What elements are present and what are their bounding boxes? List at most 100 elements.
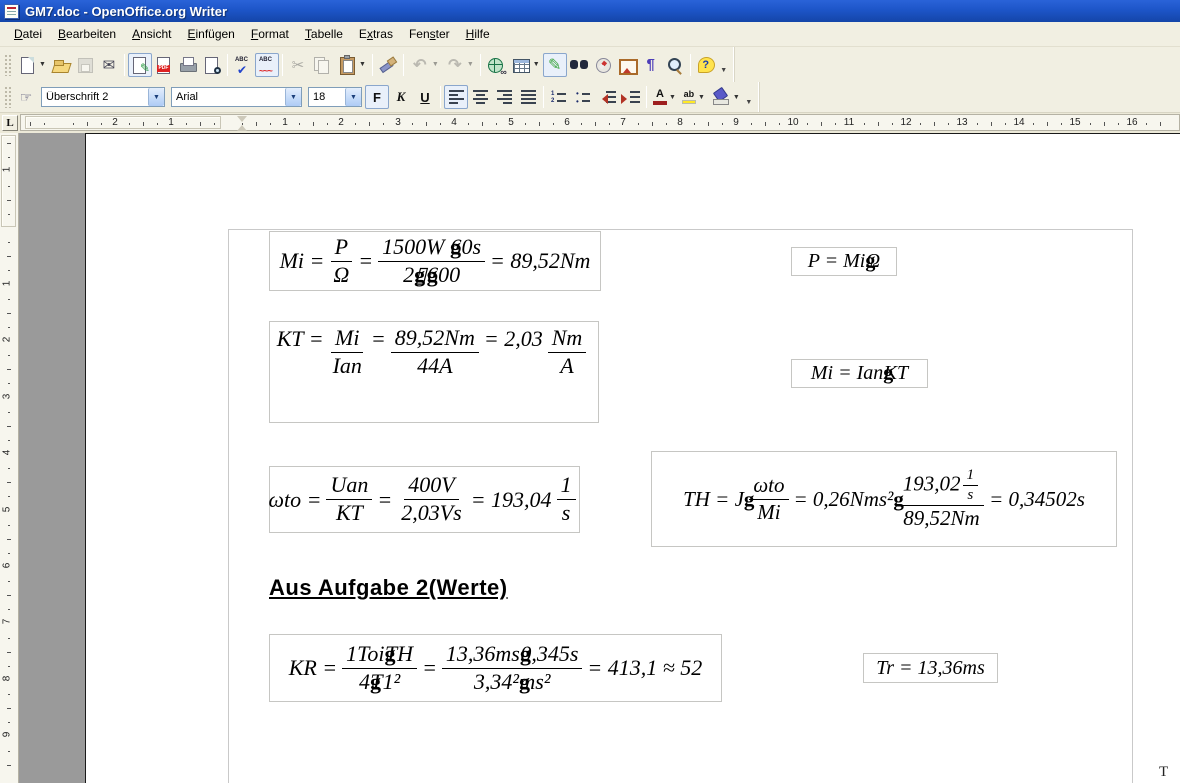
ruler-number: 11 xyxy=(844,117,854,128)
hyperlink-button[interactable] xyxy=(484,53,508,77)
paragraph-style-value: Überschrift 2 xyxy=(42,91,148,103)
align-justify-button[interactable] xyxy=(516,85,540,109)
chevron-down-icon: ▼ xyxy=(698,94,705,101)
menu-item-fenster[interactable]: Fenster xyxy=(401,24,458,44)
formula-frame-mi-ian[interactable]: Mi = IangKT xyxy=(791,359,928,388)
chevron-down-icon[interactable]: ▼ xyxy=(345,88,361,106)
toolbar-overflow-button[interactable]: ▼ xyxy=(718,53,730,77)
bullet-list-button[interactable] xyxy=(571,85,595,109)
formula-frame-tr[interactable]: Tr = 13,36ms xyxy=(863,653,998,683)
formula-frame-kt[interactable]: KT = MiIan = 89,52Nm44A = 2,03 NmA xyxy=(269,321,599,423)
new-document-button[interactable]: ▼ xyxy=(14,53,49,77)
toolbar-separator xyxy=(124,54,125,76)
background-color-button[interactable]: ▼ xyxy=(708,85,743,109)
underline-button[interactable]: U xyxy=(413,85,437,109)
ruler-number: 8 xyxy=(1,676,12,682)
paste-button[interactable]: ▼ xyxy=(334,53,369,77)
ruler-number: 5 xyxy=(1,507,12,513)
cut-button[interactable]: ✂ xyxy=(286,53,310,77)
section-heading[interactable]: Aus Aufgabe 2(Werte) xyxy=(269,575,508,601)
styles-window-button[interactable]: ☞ xyxy=(14,85,38,109)
fraction: PΩ xyxy=(329,235,353,287)
toolbar-separator xyxy=(690,54,691,76)
formula-frame-kr[interactable]: KR = 1ToigTH4gT1² = 13,36msg0,345s3,34²g… xyxy=(269,634,722,702)
toolbar-grip[interactable] xyxy=(4,54,11,76)
compass-icon xyxy=(593,55,613,75)
redo-button[interactable]: ↷▼ xyxy=(442,53,477,77)
menu-item-tabelle[interactable]: Tabelle xyxy=(297,24,351,44)
stray-text[interactable]: T xyxy=(1159,764,1168,781)
ruler-number: 2 xyxy=(1,337,12,343)
menu-item-extras[interactable]: Extras xyxy=(351,24,401,44)
fraction: UanKT xyxy=(326,473,372,525)
email-icon: ✉ xyxy=(99,55,119,75)
chevron-down-icon[interactable]: ▼ xyxy=(285,88,301,106)
font-size-select[interactable]: 18 ▼ xyxy=(308,87,362,107)
spellcheck-button[interactable]: ABC xyxy=(231,53,255,77)
increase-indent-button[interactable] xyxy=(619,85,643,109)
save-icon xyxy=(75,55,95,75)
formula-frame-p[interactable]: P = MigΩ xyxy=(791,247,897,276)
align-justify-icon xyxy=(521,90,536,104)
highlighting-button[interactable]: ab▼ xyxy=(679,85,708,109)
menu-item-ansicht[interactable]: Ansicht xyxy=(124,24,179,44)
menu-item-bearbeiten[interactable]: Bearbeiten xyxy=(50,24,124,44)
horizontal-ruler-scale[interactable]: 2112345678910111213141516 xyxy=(20,114,1180,131)
copy-button[interactable] xyxy=(310,53,334,77)
format-paintbrush-button[interactable] xyxy=(376,53,400,77)
font-color-button[interactable]: A▼ xyxy=(650,85,679,109)
title-bar[interactable]: GM7.doc - OpenOffice.org Writer xyxy=(0,0,1180,22)
undo-icon: ↶ xyxy=(410,55,430,75)
vertical-ruler[interactable]: 1123456789 xyxy=(0,133,19,783)
fraction: MiIan xyxy=(329,326,366,378)
open-button[interactable] xyxy=(49,53,73,77)
insert-table-button[interactable]: ▼ xyxy=(508,53,543,77)
zoom-button[interactable] xyxy=(663,53,687,77)
menu-item-datei[interactable]: Datei xyxy=(6,24,50,44)
help-button[interactable]: ? xyxy=(694,53,718,77)
print-button[interactable] xyxy=(176,53,200,77)
navigator-button[interactable] xyxy=(591,53,615,77)
chevron-down-icon: ▼ xyxy=(533,61,540,68)
toolbar-grip[interactable] xyxy=(4,86,11,108)
export-pdf-button[interactable]: PDF xyxy=(152,53,176,77)
standard-toolbar: ▼ ✉ ✎ PDF ABC ABC ✂ ▼ ↶▼ ↷▼ ▼ ✎ xyxy=(0,47,1180,82)
document-page[interactable]: Mi = PΩ = 1500W g60s2g▯g600 = 89,52Nm P … xyxy=(85,133,1180,783)
bold-button[interactable]: F xyxy=(365,85,389,109)
paragraph-style-select[interactable]: Überschrift 2 ▼ xyxy=(41,87,165,107)
toolbar-overflow-button[interactable]: ▼ xyxy=(743,85,755,109)
formula-frame-wto[interactable]: ωto = UanKT = 400V2,03Vs = 193,04 1s xyxy=(269,466,580,533)
ruler-number: 6 xyxy=(1,563,12,569)
undo-button[interactable]: ↶▼ xyxy=(407,53,442,77)
draw-functions-button[interactable]: ✎ xyxy=(543,53,567,77)
toolbar-separator xyxy=(227,54,228,76)
tab-stop-selector[interactable]: L xyxy=(2,115,18,131)
italic-button[interactable]: K xyxy=(389,85,413,109)
formula-frame-th[interactable]: TH = Jg ωtoMi = 0,26Nms²g 193,021s 89,52… xyxy=(651,451,1117,547)
paintbrush-icon xyxy=(378,55,398,75)
align-right-button[interactable] xyxy=(492,85,516,109)
writer-app-icon[interactable] xyxy=(4,4,19,19)
horizontal-ruler[interactable]: L 2112345678910111213141516 xyxy=(0,113,1180,133)
find-replace-button[interactable] xyxy=(567,53,591,77)
decrease-indent-button[interactable] xyxy=(595,85,619,109)
autospellcheck-button[interactable]: ABC xyxy=(255,53,279,77)
save-button[interactable] xyxy=(73,53,97,77)
gallery-icon xyxy=(617,55,637,75)
chevron-down-icon[interactable]: ▼ xyxy=(148,88,164,106)
font-name-select[interactable]: Arial ▼ xyxy=(171,87,302,107)
numbered-list-button[interactable] xyxy=(547,85,571,109)
edit-file-button[interactable]: ✎ xyxy=(128,53,152,77)
menu-item-einfgen[interactable]: Einfügen xyxy=(179,24,242,44)
open-folder-icon xyxy=(51,55,71,75)
gallery-button[interactable] xyxy=(615,53,639,77)
email-button[interactable]: ✉ xyxy=(97,53,121,77)
formula-frame-mi[interactable]: Mi = PΩ = 1500W g60s2g▯g600 = 89,52Nm xyxy=(269,231,601,291)
menu-item-hilfe[interactable]: Hilfe xyxy=(458,24,498,44)
font-name-value: Arial xyxy=(172,91,285,103)
page-preview-button[interactable] xyxy=(200,53,224,77)
align-left-button[interactable] xyxy=(444,85,468,109)
formatting-marks-button[interactable]: ¶ xyxy=(639,53,663,77)
align-center-button[interactable] xyxy=(468,85,492,109)
menu-item-format[interactable]: Format xyxy=(243,24,297,44)
